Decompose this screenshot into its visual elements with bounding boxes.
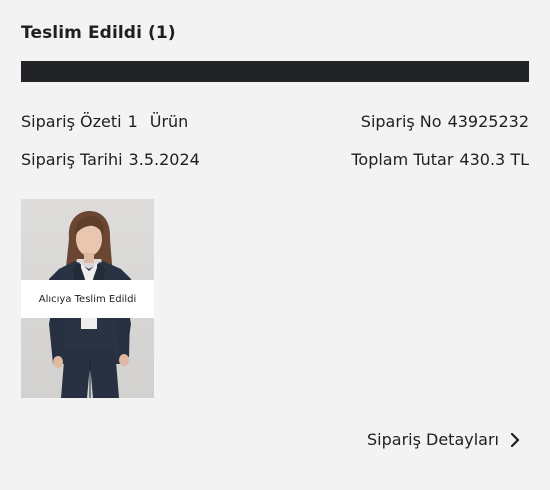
order-date-label: Sipariş Tarihi <box>21 150 123 169</box>
order-date-total-row: Sipariş Tarihi 3.5.2024 Toplam Tutar 430.3… <box>21 150 529 169</box>
order-summary-label: Sipariş Özeti <box>21 112 122 131</box>
delivery-progress-bar <box>21 61 529 82</box>
order-number-label: Sipariş No <box>360 112 442 131</box>
order-total: Toplam Tutar 430.3 TL <box>351 150 529 169</box>
product-delivery-status: Alıcıya Teslim Edildi <box>21 280 154 318</box>
order-status-title: Teslim Edildi (1) <box>21 23 176 43</box>
order-number: Sipariş No 43925232 <box>361 112 529 131</box>
order-card: Teslim Edildi (1) Sipariş Özeti 1 Ürün Sip… <box>0 0 550 490</box>
order-details-link[interactable]: Sipariş Detayları <box>367 430 521 449</box>
order-summary: Sipariş Özeti 1 Ürün <box>21 112 188 131</box>
order-item-unit: Ürün <box>149 112 189 131</box>
chevron-right-icon <box>509 432 521 448</box>
order-total-value: 430.3 TL <box>459 150 529 169</box>
delivery-progress-fill <box>21 61 529 82</box>
order-details-label: Sipariş Detayları <box>367 430 499 449</box>
order-item-count: 1 <box>127 112 138 131</box>
order-number-value: 43925232 <box>447 112 529 131</box>
order-date-value: 3.5.2024 <box>128 150 200 169</box>
order-date: Sipariş Tarihi 3.5.2024 <box>21 150 200 169</box>
order-summary-row: Sipariş Özeti 1 Ürün Sipariş No 43925232 <box>21 112 529 131</box>
order-total-label: Toplam Tutar <box>351 150 454 169</box>
product-thumbnail[interactable]: Alıcıya Teslim Edildi <box>21 199 154 398</box>
